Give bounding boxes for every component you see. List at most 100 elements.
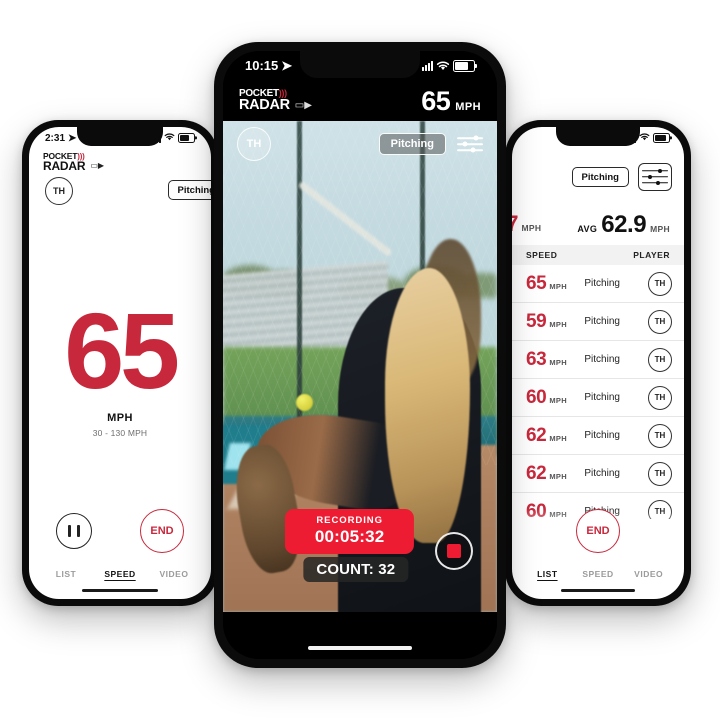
row-speed: 63 [526, 348, 547, 370]
right-speed-list[interactable]: 65 MPH Pitching TH 59 MPH Pitching TH 63 MP… [512, 265, 684, 519]
end-session-button[interactable]: END [140, 509, 184, 553]
left-notch [77, 127, 163, 146]
table-row[interactable]: 60MPH Pitching TH [512, 379, 684, 417]
left-speed-range: 30 - 130 MPH [92, 428, 148, 438]
battery-icon [653, 133, 670, 143]
column-header-speed: SPEED [526, 250, 558, 260]
center-header-speed: 65 MPH [421, 86, 481, 117]
left-avatar-initials: TH [53, 186, 65, 196]
left-mode-label: Pitching [177, 184, 211, 196]
right-end-label: END [586, 525, 610, 537]
row-mode: Pitching [584, 354, 620, 365]
center-mode-label: Pitching [390, 138, 434, 150]
left-end-label: END [150, 525, 174, 537]
right-summary-stats: 67 MPH AVG 62.9 MPH [512, 211, 684, 243]
right-column-headers: SPEED PLAYER [512, 245, 684, 265]
brand-line2: RADAR [239, 97, 290, 114]
sliders-icon[interactable] [638, 163, 672, 191]
sliders-icon[interactable] [457, 133, 483, 155]
left-phone-screen: 2:31 ➤ POCKET))) RADAR ▭▶ TH Pitchin 65 … [29, 127, 211, 599]
left-big-speed-value: 65 [64, 290, 180, 411]
center-bottom-bar [223, 612, 497, 659]
right-end-wrap: END [512, 509, 684, 553]
wifi-icon [639, 132, 650, 144]
center-home-indicator[interactable] [308, 646, 412, 650]
tab-list[interactable]: LIST [522, 569, 573, 579]
center-phone-device: 10:15 ➤ POCKET))) RADAR ▭▶ 65 MPH TH Pit… [214, 42, 506, 668]
row-mode: Pitching [584, 392, 620, 403]
wifi-icon [436, 59, 450, 74]
row-player-avatar[interactable]: TH [648, 309, 672, 334]
table-row[interactable]: 65 MPH Pitching TH [512, 265, 684, 303]
scene-player-hair [384, 268, 470, 544]
tab-speed[interactable]: SPEED [573, 569, 624, 579]
center-player-avatar[interactable]: TH [237, 127, 271, 161]
center-status-time: 10:15 [245, 58, 279, 73]
row-speed: 60 [526, 386, 547, 408]
row-player-avatar[interactable]: TH [648, 271, 672, 296]
recording-timer: 00:05:32 [314, 527, 385, 546]
end-session-button[interactable]: END [576, 509, 620, 553]
tab-video[interactable]: VIDEO [623, 569, 674, 579]
battery-icon [178, 133, 195, 143]
right-tab-bar: LIST SPEED VIDEO [512, 569, 684, 579]
count-chip: COUNT: 32 [303, 557, 409, 582]
row-unit: MPH [549, 433, 567, 443]
right-avg-label: AVG [577, 224, 598, 234]
row-player-avatar[interactable]: TH [648, 423, 672, 448]
left-mode-pill[interactable]: Pitching [167, 180, 211, 200]
right-max-speed: 67 MPH [512, 211, 541, 237]
left-brand-logo: POCKET))) RADAR ▭▶ [43, 152, 105, 173]
right-home-indicator[interactable] [561, 589, 635, 592]
left-phone-device: 2:31 ➤ POCKET))) RADAR ▭▶ TH Pitchin 65 … [22, 120, 218, 606]
center-phone-screen: 10:15 ➤ POCKET))) RADAR ▭▶ 65 MPH TH Pit… [223, 51, 497, 659]
left-status-time-group: 2:31 ➤ [45, 133, 76, 144]
tab-video[interactable]: VIDEO [147, 569, 201, 579]
row-speed: 65 [526, 272, 547, 294]
right-mode-pill[interactable]: Pitching [571, 167, 629, 187]
camera-icon: ▭▶ [90, 161, 105, 171]
recording-status-chip: RECORDING 00:05:32 [284, 509, 415, 554]
row-player-avatar[interactable]: TH [648, 461, 672, 486]
camera-viewfinder[interactable]: TH Pitching RECORDING 00:05:32 COUNT: 32 [223, 121, 497, 612]
stop-record-icon[interactable] [435, 532, 473, 570]
left-home-indicator[interactable] [82, 589, 158, 592]
wifi-icon [164, 132, 175, 144]
right-header-controls: Pitching [512, 157, 684, 197]
right-max-value: 67 [512, 211, 519, 236]
brand-line2: RADAR [43, 158, 86, 173]
right-phone-device: Pitching 67 MPH AVG 62.9 MPH SPEED [505, 120, 691, 606]
row-player-avatar[interactable]: TH [648, 347, 672, 372]
location-arrow-icon: ➤ [68, 132, 77, 144]
recording-label: RECORDING [316, 515, 383, 526]
row-unit: MPH [549, 281, 567, 291]
table-row[interactable]: 62 MPH Pitching TH [512, 417, 684, 455]
softball-icon [295, 393, 313, 411]
row-unit: MPH [549, 319, 567, 329]
row-player-avatar[interactable]: TH [648, 385, 672, 410]
left-player-avatar[interactable]: TH [45, 177, 73, 205]
location-arrow-icon: ➤ [281, 58, 293, 73]
battery-icon [453, 60, 475, 72]
row-mode: Pitching [584, 430, 620, 441]
row-unit: MPH [549, 471, 567, 481]
right-avg-unit: MPH [650, 224, 670, 234]
pause-button[interactable] [56, 513, 92, 549]
radar-waves-icon: ))) [278, 88, 287, 99]
center-notch [300, 51, 420, 78]
left-tab-bar: LIST SPEED VIDEO [29, 569, 211, 579]
table-row[interactable]: 63 MPH Pitching TH [512, 341, 684, 379]
column-header-player: PLAYER [633, 250, 670, 260]
center-avatar-initials: TH [246, 138, 262, 150]
row-speed: 62 [526, 462, 547, 484]
row-unit: MPH [549, 357, 567, 367]
row-unit: MPH [549, 395, 567, 405]
right-avg-value: 62.9 [601, 211, 647, 238]
tab-list[interactable]: LIST [39, 569, 93, 579]
row-speed: 62 [526, 424, 547, 446]
cellular-signal-icon [422, 61, 433, 71]
table-row[interactable]: 62 MPH Pitching TH [512, 455, 684, 493]
tab-speed[interactable]: SPEED [93, 569, 147, 579]
table-row[interactable]: 59 MPH Pitching TH [512, 303, 684, 341]
center-mode-pill[interactable]: Pitching [378, 133, 446, 155]
